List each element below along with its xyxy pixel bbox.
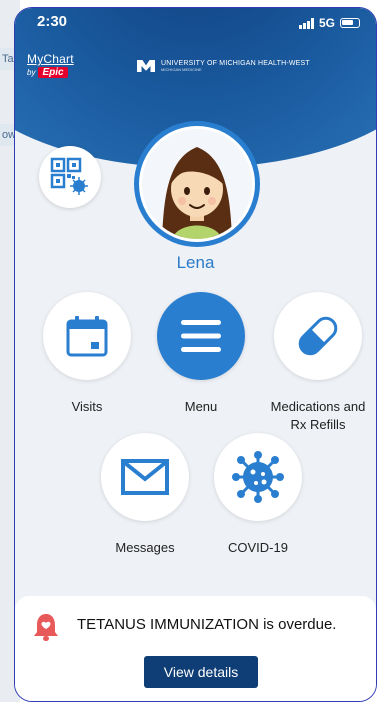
signal-icon bbox=[298, 17, 314, 29]
visits-tile[interactable]: Visits bbox=[37, 292, 137, 416]
block-m-icon bbox=[137, 60, 155, 72]
menu-label: Menu bbox=[184, 399, 218, 414]
patient-name[interactable]: Lena bbox=[15, 253, 376, 273]
covid-button[interactable] bbox=[214, 433, 302, 521]
medications-label-line2: Rx Refills bbox=[290, 417, 346, 432]
profile-avatar[interactable] bbox=[134, 121, 260, 247]
by-label: by bbox=[27, 68, 36, 77]
medications-label-line1: Medications and bbox=[270, 399, 366, 414]
network-label: 5G bbox=[318, 16, 335, 30]
bell-alert-icon bbox=[34, 614, 58, 641]
mychart-logo: MyChart by Epic bbox=[27, 52, 74, 78]
menu-tile[interactable]: Menu bbox=[151, 292, 251, 416]
view-details-button[interactable]: View details bbox=[144, 656, 258, 688]
overdue-notification: TETANUS IMMUNIZATION is overdue. View de… bbox=[15, 596, 376, 701]
qr-code-icon bbox=[50, 157, 88, 195]
medications-tile[interactable]: Medications and Rx Refills bbox=[257, 292, 376, 434]
envelope-icon bbox=[121, 459, 169, 495]
avatar-illustration bbox=[142, 129, 252, 239]
messages-label: Messages bbox=[115, 540, 175, 555]
pill-capsule-icon bbox=[298, 316, 338, 356]
hamburger-menu-icon bbox=[181, 320, 221, 352]
epic-logo: Epic bbox=[38, 67, 68, 78]
visits-label: Visits bbox=[71, 399, 103, 414]
calendar-icon bbox=[66, 316, 108, 357]
medications-label: Medications and Rx Refills bbox=[257, 398, 376, 434]
battery-icon bbox=[340, 18, 360, 28]
menu-button[interactable] bbox=[157, 292, 245, 380]
messages-button[interactable] bbox=[101, 433, 189, 521]
status-time: 2:30 bbox=[37, 13, 68, 30]
org-subname: MICHIGAN MEDICINE bbox=[161, 67, 202, 72]
messages-tile[interactable]: Messages bbox=[95, 433, 195, 557]
mychart-wordmark: MyChart bbox=[27, 52, 74, 66]
status-indicators: 5G bbox=[298, 16, 360, 30]
mychart-app-screen: 2:30 5G MyChart by Epic UNIVERSITY OF MI… bbox=[14, 7, 377, 702]
notification-text: TETANUS IMMUNIZATION is overdue. bbox=[77, 616, 337, 633]
covid-label: COVID-19 bbox=[228, 540, 288, 555]
by-epic: by Epic bbox=[27, 67, 74, 78]
organization-logo: UNIVERSITY OF MICHIGAN HEALTH-WEST MICHI… bbox=[137, 60, 310, 72]
covid-tile[interactable]: COVID-19 bbox=[208, 433, 308, 557]
medications-button[interactable] bbox=[274, 292, 362, 380]
org-name: UNIVERSITY OF MICHIGAN HEALTH-WEST bbox=[161, 60, 310, 67]
coronavirus-icon bbox=[232, 451, 284, 503]
status-bar: 2:30 5G bbox=[15, 8, 376, 38]
visits-button[interactable] bbox=[43, 292, 131, 380]
qr-code-button[interactable] bbox=[39, 146, 101, 208]
